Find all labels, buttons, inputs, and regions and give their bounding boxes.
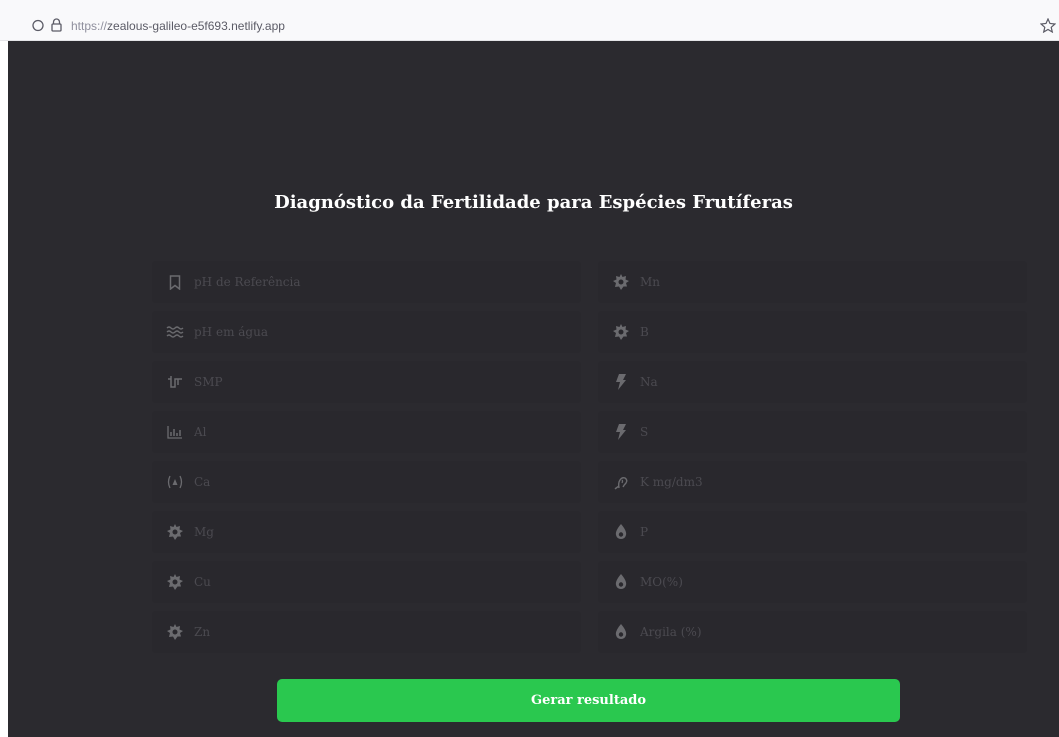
atom-icon: [165, 472, 185, 492]
field-cu[interactable]: [152, 561, 581, 603]
k-input[interactable]: [640, 467, 1020, 497]
url-host: zealous-galileo-e5f693.netlify.app: [107, 19, 285, 33]
hearing-icon: [611, 472, 631, 492]
na-input[interactable]: [640, 367, 1020, 397]
pulse-icon: [165, 372, 185, 392]
field-al[interactable]: [152, 411, 581, 453]
field-p[interactable]: [598, 511, 1027, 553]
gear-icon: [611, 272, 631, 292]
lock-icon[interactable]: [51, 18, 62, 32]
address-bar[interactable]: https://zealous-galileo-e5f693.netlify.a…: [71, 19, 285, 33]
url-scheme: https://: [71, 19, 108, 33]
s-input[interactable]: [640, 417, 1020, 447]
ph-referencia-input[interactable]: [194, 267, 574, 297]
field-na[interactable]: [598, 361, 1027, 403]
cu-input[interactable]: [194, 567, 574, 597]
field-smp[interactable]: [152, 361, 581, 403]
drop-icon: [611, 622, 631, 642]
bolt-icon: [611, 372, 631, 392]
mn-input[interactable]: [640, 267, 1020, 297]
field-s[interactable]: [598, 411, 1027, 453]
field-mn[interactable]: [598, 261, 1027, 303]
zn-input[interactable]: [194, 617, 574, 647]
field-ca[interactable]: [152, 461, 581, 503]
ph-agua-input[interactable]: [194, 317, 574, 347]
bookmark-star-icon[interactable]: [1040, 18, 1056, 33]
field-argila[interactable]: [598, 611, 1027, 653]
field-ph-agua[interactable]: [152, 311, 581, 353]
drop-icon: [611, 572, 631, 592]
drop-icon: [611, 522, 631, 542]
field-zn[interactable]: [152, 611, 581, 653]
water-icon: [165, 322, 185, 342]
gear-icon: [165, 522, 185, 542]
ca-input[interactable]: [194, 467, 574, 497]
app-container: Diagnóstico da Fertilidade para Espécies…: [8, 41, 1059, 737]
page-title: Diagnóstico da Fertilidade para Espécies…: [274, 192, 793, 213]
chart-icon: [165, 422, 185, 442]
mo-input[interactable]: [640, 567, 1020, 597]
gear-icon: [165, 622, 185, 642]
field-b[interactable]: [598, 311, 1027, 353]
gerar-resultado-button[interactable]: Gerar resultado: [277, 679, 900, 722]
field-mg[interactable]: [152, 511, 581, 553]
smp-input[interactable]: [194, 367, 574, 397]
mg-input[interactable]: [194, 517, 574, 547]
shield-icon[interactable]: [32, 19, 44, 32]
gear-icon: [611, 322, 631, 342]
bookmark-icon: [165, 272, 185, 292]
p-input[interactable]: [640, 517, 1020, 547]
field-ph-referencia[interactable]: [152, 261, 581, 303]
bolt-icon: [611, 422, 631, 442]
argila-input[interactable]: [640, 617, 1020, 647]
field-mo[interactable]: [598, 561, 1027, 603]
al-input[interactable]: [194, 417, 574, 447]
browser-toolbar: https://zealous-galileo-e5f693.netlify.a…: [0, 0, 1059, 41]
b-input[interactable]: [640, 317, 1020, 347]
field-k[interactable]: [598, 461, 1027, 503]
gear-icon: [165, 572, 185, 592]
